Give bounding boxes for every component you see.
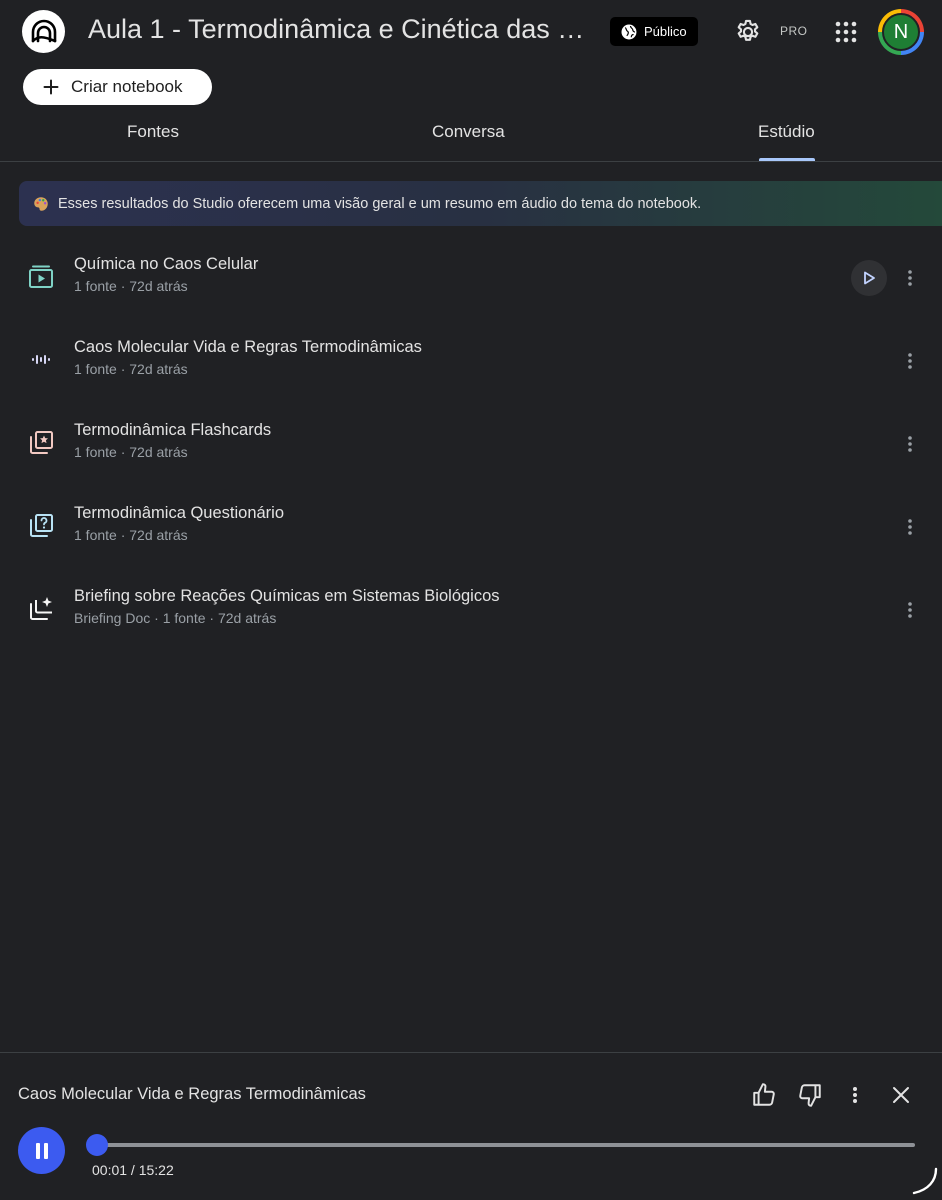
pause-button[interactable]: [18, 1127, 65, 1174]
more-vert-icon[interactable]: [900, 433, 920, 455]
gear-icon[interactable]: [734, 18, 762, 46]
item-title: Termodinâmica Flashcards: [74, 421, 272, 439]
active-tab-indicator: [759, 158, 815, 161]
list-item[interactable]: Caos Molecular Vida e Regras Termodinâmi…: [19, 328, 942, 400]
more-vert-icon[interactable]: [900, 350, 920, 372]
audio-wave-icon: [28, 346, 54, 372]
close-icon[interactable]: [886, 1081, 916, 1109]
studio-info-banner: Esses resultados do Studio oferecem uma …: [19, 181, 942, 226]
item-title: Termodinâmica Questionário: [74, 504, 285, 522]
notebooklm-logo-icon[interactable]: [22, 10, 65, 53]
progress-thumb[interactable]: [86, 1134, 108, 1156]
play-icon: [864, 271, 875, 285]
palette-icon: [34, 196, 48, 211]
banner-text: Esses resultados do Studio oferecem uma …: [58, 195, 702, 212]
create-notebook-button[interactable]: Criar notebook: [23, 69, 212, 105]
plus-icon: [43, 79, 59, 95]
thumbs-up-icon[interactable]: [749, 1081, 779, 1109]
item-title: Química no Caos Celular: [74, 255, 259, 273]
item-subtitle: Briefing Doc · 1 fonte · 72d atrás: [74, 610, 277, 626]
more-vert-icon[interactable]: [840, 1081, 870, 1109]
tab-conversa[interactable]: Conversa: [432, 122, 505, 142]
avatar-letter: N: [882, 13, 920, 51]
video-overview-icon: [28, 263, 54, 289]
list-item[interactable]: Química no Caos Celular 1 fonte · 72d at…: [19, 245, 942, 317]
quiz-icon: [28, 512, 54, 538]
flashcards-icon: [28, 429, 54, 455]
briefing-doc-icon: [28, 595, 54, 621]
create-notebook-label: Criar notebook: [71, 77, 183, 96]
avatar[interactable]: N: [878, 9, 924, 55]
item-subtitle: 1 fonte · 72d atrás: [74, 444, 188, 460]
tab-fontes[interactable]: Fontes: [127, 122, 179, 142]
more-vert-icon[interactable]: [900, 267, 920, 289]
public-share-button[interactable]: Público: [610, 17, 698, 46]
list-item[interactable]: Briefing sobre Reações Químicas em Siste…: [19, 577, 942, 649]
more-vert-icon[interactable]: [900, 599, 920, 621]
item-title: Briefing sobre Reações Químicas em Siste…: [74, 587, 500, 605]
item-title: Caos Molecular Vida e Regras Termodinâmi…: [74, 338, 422, 356]
item-subtitle: 1 fonte · 72d atrás: [74, 361, 188, 377]
item-subtitle: 1 fonte · 72d atrás: [74, 278, 188, 294]
public-label: Público: [644, 24, 687, 39]
pause-icon: [35, 1142, 48, 1159]
thumbs-down-icon[interactable]: [795, 1081, 825, 1109]
notebook-title[interactable]: Aula 1 - Termodinâmica e Cinética das Re…: [88, 14, 598, 45]
list-item[interactable]: Termodinâmica Questionário 1 fonte · 72d…: [19, 494, 942, 566]
pro-badge: PRO: [780, 24, 808, 38]
tab-estudio[interactable]: Estúdio: [758, 122, 815, 142]
globe-icon: [621, 24, 637, 39]
tab-bar: Fontes Conversa Estúdio: [0, 110, 942, 162]
app-header: Aula 1 - Termodinâmica e Cinética das Re…: [0, 0, 942, 64]
progress-track[interactable]: [96, 1143, 915, 1147]
apps-grid-icon[interactable]: [834, 20, 858, 44]
more-vert-icon[interactable]: [900, 516, 920, 538]
audio-player: Caos Molecular Vida e Regras Termodinâmi…: [0, 1052, 942, 1200]
player-title: Caos Molecular Vida e Regras Termodinâmi…: [18, 1085, 366, 1103]
play-button[interactable]: [851, 260, 887, 296]
resize-handle-icon[interactable]: [908, 1165, 938, 1195]
playback-time: 00:01 / 15:22: [92, 1162, 174, 1178]
item-subtitle: 1 fonte · 72d atrás: [74, 527, 188, 543]
list-item[interactable]: Termodinâmica Flashcards 1 fonte · 72d a…: [19, 411, 942, 483]
